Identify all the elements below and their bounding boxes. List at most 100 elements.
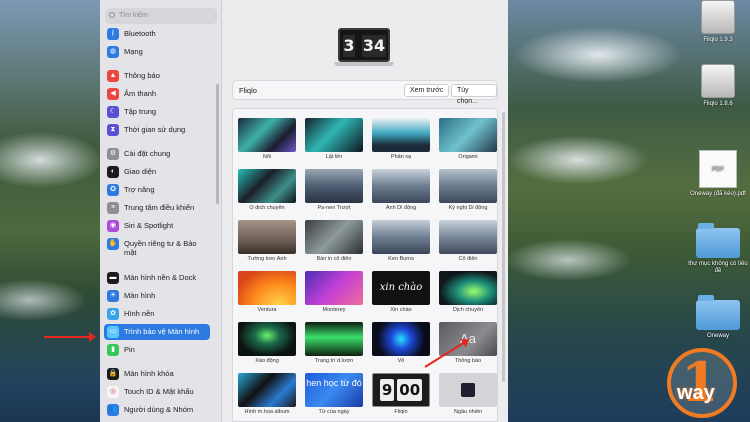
sidebar-item-label: Trung tâm điều khiển	[124, 203, 195, 212]
sidebar-item-label: Màn hình	[124, 291, 156, 300]
desktop-item[interactable]: Fliqlo 1.9.3	[688, 0, 748, 44]
desktop-item[interactable]: thư mục không có tiêu đề	[688, 223, 748, 275]
sidebar-item[interactable]: ◍ Mạng	[104, 44, 210, 60]
screensaver-tile[interactable]: Xáo động	[238, 322, 296, 364]
tile-label: Vô	[397, 358, 405, 364]
tile-thumbnail	[305, 271, 363, 305]
tile-overlay-text: xin chào	[379, 282, 423, 293]
screensaver-tile[interactable]: hen học từ đó Từ của ngày	[305, 373, 363, 415]
tile-label: Fliqlo	[394, 409, 408, 415]
tile-label: Phản xạ	[390, 154, 412, 160]
screensaver-name: Fliqlo	[239, 86, 257, 95]
tile-label: Hình m.họa album	[244, 409, 290, 415]
tile-label: Lật lên	[325, 154, 343, 160]
tile-thumbnail	[439, 118, 497, 152]
sidebar-item[interactable]: ⚙ Cài đặt chung	[104, 146, 210, 162]
screensaver-tile[interactable]: Ken Burns	[372, 220, 430, 262]
folder-icon	[696, 223, 740, 258]
tile-thumbnail	[238, 220, 296, 254]
tile-overlay-text: hen học từ đó	[306, 378, 362, 388]
hand-icon: ✋	[107, 238, 119, 250]
desktop-item-label: Oneway	[706, 333, 729, 339]
sidebar-item[interactable]: 👥 Người dùng & Nhóm	[104, 402, 210, 418]
lock-icon: 🔒	[107, 368, 119, 380]
content-scrollbar[interactable]	[502, 112, 505, 382]
sidebar-item[interactable]: ✪ Trợ năng	[104, 182, 210, 198]
options-button[interactable]: Tùy chọn...	[451, 84, 497, 105]
pdf-icon: PDF	[699, 150, 737, 188]
screensaver-tile[interactable]: Ô dịch chuyển	[238, 169, 296, 211]
sidebar-item[interactable]: ≡ Trung tâm điều khiển	[104, 200, 210, 216]
sidebar-item-label: Cài đặt chung	[124, 149, 171, 158]
sidebar-item[interactable]: ▭ Trình bảo vệ Màn hình	[104, 324, 210, 340]
screensaver-grid: Nổi Lật lên Phản xạ Origami Ô dịch chuyển Pa-…	[232, 108, 498, 422]
dock-icon: ▬	[107, 272, 119, 284]
tile-thumbnail	[372, 169, 430, 203]
sidebar-item-label: Pin	[124, 345, 135, 354]
desktop-item[interactable]: PDF Oneway (đã kéo).pdf	[688, 150, 748, 198]
screensaver-tile[interactable]: Nổi	[238, 118, 296, 160]
sidebar-item[interactable]: ✋ Quyền riêng tư & Bảo mật	[104, 236, 210, 260]
siri-icon: ◉	[107, 220, 119, 232]
sidebar-item[interactable]: ⧗ Thời gian sử dụng	[104, 122, 210, 138]
sidebar-item[interactable]: ◐ Giao diện	[104, 164, 210, 180]
tile-label: Xáo động	[255, 358, 279, 364]
sidebar-item[interactable]: ✿ Hình nền	[104, 306, 210, 322]
screensaver-tile[interactable]: Origami	[439, 118, 497, 160]
screensaver-tile[interactable]: Ảnh Di động	[372, 169, 430, 211]
screensaver-tile[interactable]: Trang trí d.lượn	[305, 322, 363, 364]
screensaver-tile[interactable]: xin chào Xin chào	[372, 271, 430, 313]
screensaver-tile[interactable]: Hình m.họa album	[238, 373, 296, 415]
sidebar-scrollbar[interactable]	[216, 84, 219, 204]
screensaver-tile[interactable]: Cổ điển	[439, 220, 497, 262]
speaker-icon: ◀	[107, 88, 119, 100]
sidebar-item[interactable]: ▬ Màn hình nền & Dock	[104, 270, 210, 286]
screensaver-tile[interactable]: Tường treo Ảnh	[238, 220, 296, 262]
sidebar-item[interactable]: ◎ Touch ID & Mật khẩu	[104, 384, 210, 400]
sidebar-item-label: Mạng	[124, 47, 143, 56]
screensaver-tile[interactable]: Vô	[372, 322, 430, 364]
tile-thumbnail	[439, 220, 497, 254]
tile-label: Tường treo Ảnh	[247, 256, 287, 262]
accessibility-icon: ✪	[107, 184, 119, 196]
screensaver-tile[interactable]: Dịch chuyển	[439, 271, 497, 313]
desktop-item[interactable]: Oneway	[688, 295, 748, 340]
tile-thumbnail: 9 00	[372, 373, 430, 407]
tile-clock: 9 00	[373, 374, 429, 401]
desktop-item[interactable]: Fliqlo 1.8.6	[688, 64, 748, 108]
sidebar-item[interactable]: ▲ Thông báo	[104, 68, 210, 84]
sidebar-item[interactable]: ▮ Pin	[104, 342, 210, 358]
screensaver-tile[interactable]: 9 00 Fliqlo	[372, 373, 430, 415]
screensaver-tile[interactable]: Bàn in cổ điển	[305, 220, 363, 262]
sidebar-item-label: Tập trung	[124, 107, 157, 116]
sidebar-item[interactable]: ☀ Màn hình	[104, 288, 210, 304]
screensaver-tile[interactable]: Phản xạ	[372, 118, 430, 160]
screensaver-tile[interactable]: Ngẫu nhiên	[439, 373, 497, 415]
screensaver-tile[interactable]: Pa-nen Trượt	[305, 169, 363, 211]
sidebar-item[interactable]: ◀ Âm thanh	[104, 86, 210, 102]
screensaver-tile[interactable]: Ký nghị Di động	[439, 169, 497, 211]
tile-thumbnail	[238, 373, 296, 407]
gear-icon: ⚙	[107, 148, 119, 160]
tile-thumbnail	[305, 220, 363, 254]
screensaver-tile[interactable]: Monterey	[305, 271, 363, 313]
screensaver-tile[interactable]: Lật lên	[305, 118, 363, 160]
sidebar-item[interactable]: ᛒ Bluetooth	[104, 26, 210, 42]
sun-icon: ☀	[107, 290, 119, 302]
sidebar-item[interactable]: ☾ Tập trung	[104, 104, 210, 120]
appearance-icon: ◐	[107, 166, 119, 178]
tile-thumbnail	[372, 220, 430, 254]
sidebar-item[interactable]: 🔒 Màn hình khóa	[104, 366, 210, 382]
logo-text: way	[677, 382, 715, 404]
preview-minute: 34	[362, 35, 386, 57]
search-input[interactable]: Tìm kiếm	[105, 8, 217, 24]
tile-thumbnail	[439, 373, 497, 407]
sidebar-item[interactable]: ◉ Siri & Spotlight	[104, 218, 210, 234]
tile-thumbnail	[439, 271, 497, 305]
tile-thumbnail	[439, 169, 497, 203]
screensaver-tile[interactable]: Ventura	[238, 271, 296, 313]
preview-button[interactable]: Xem trước	[404, 84, 450, 97]
sidebar-item-label: Trợ năng	[124, 185, 155, 194]
oneway-logo: 1 way	[667, 348, 737, 418]
bell-icon: ▲	[107, 70, 119, 82]
